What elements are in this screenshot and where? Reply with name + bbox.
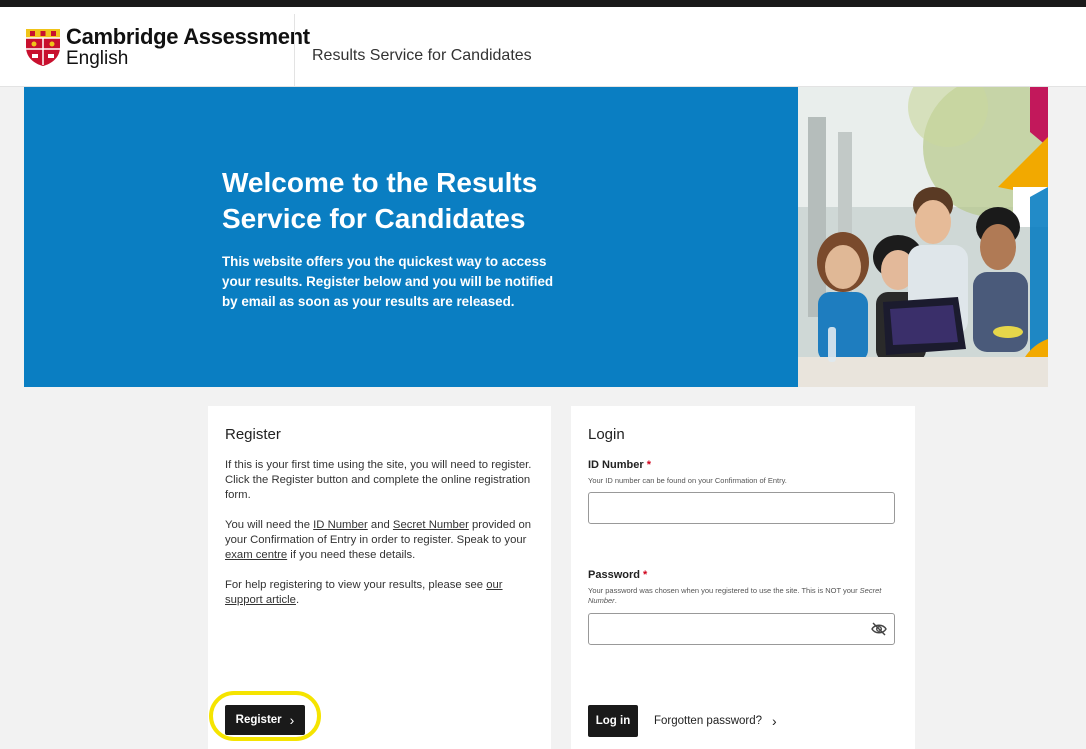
secret-number-link[interactable]: Secret Number: [393, 519, 469, 531]
site-header: Cambridge Assessment English Results Ser…: [0, 7, 1086, 93]
hero-description: This website offers you the quickest way…: [222, 254, 554, 309]
register-highlight-annotation: [209, 691, 321, 741]
forgotten-password-label: Forgotten password?: [654, 715, 763, 727]
logo-text-secondary: English: [66, 48, 129, 69]
id-number-link[interactable]: ID Number: [313, 519, 368, 531]
id-number-label: ID Number *: [588, 459, 651, 471]
password-hint: Your password was chosen when you regist…: [588, 586, 882, 605]
register-requirements-text: You will need the ID Number and Secret N…: [225, 519, 532, 561]
service-title: Results Service for Candidates: [312, 47, 532, 64]
logo-text-primary: Cambridge Assessment: [66, 24, 310, 49]
id-number-hint: Your ID number can be found on your Conf…: [588, 476, 787, 485]
password-label: Password *: [588, 569, 648, 581]
forgotten-password-link[interactable]: Forgotten password? ›: [654, 713, 777, 729]
register-intro-text: If this is your first time using the sit…: [225, 459, 532, 501]
password-input[interactable]: [588, 613, 895, 645]
login-button[interactable]: Log in: [588, 705, 638, 737]
exam-centre-link[interactable]: exam centre: [225, 549, 287, 561]
hero-students-image: [798, 87, 1048, 387]
hero-banner: Welcome to the Results Service for Candi…: [24, 87, 1048, 387]
hero-title: Welcome to the Results Service for Candi…: [222, 167, 538, 234]
required-marker: *: [643, 569, 648, 581]
register-title: Register: [225, 426, 281, 443]
login-title: Login: [588, 426, 625, 443]
login-card: Login ID Number * Your ID number can be …: [571, 406, 915, 749]
cambridge-shield-icon: [26, 29, 60, 66]
required-marker: *: [646, 459, 651, 471]
register-help-text: For help registering to view your result…: [225, 579, 503, 606]
id-number-input[interactable]: [588, 492, 895, 524]
eye-slash-icon[interactable]: [871, 622, 887, 636]
chevron-right-icon: ›: [772, 713, 777, 729]
header-divider: [294, 14, 295, 93]
top-bar: [0, 0, 1086, 7]
cambridge-logo[interactable]: Cambridge Assessment English: [24, 24, 310, 72]
